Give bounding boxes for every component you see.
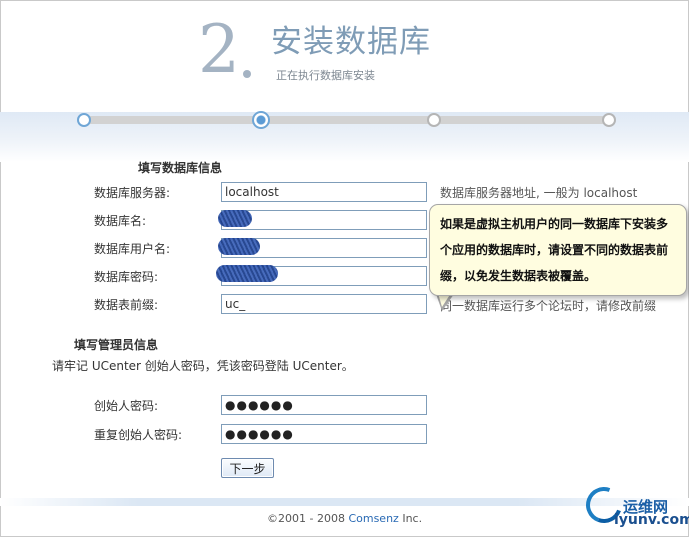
db-name-input[interactable] [221, 210, 427, 230]
admin-note: 请牢记 UCenter 创始人密码，凭该密码登陆 UCenter。 [52, 359, 354, 373]
step-4-node [602, 113, 616, 127]
step-number: 2 [198, 11, 240, 88]
copyright-brand-link[interactable]: Comsenz [348, 512, 398, 525]
page-title: 安装数据库 [271, 24, 431, 60]
prefix-tooltip-text: 如果是虚拟主机用户的同一数据库下安装多个应用的数据库时，请设置不同的数据表前缀，… [440, 217, 669, 283]
table-prefix-input[interactable]: uc_ [221, 294, 427, 314]
db-name-label: 数据库名: [94, 214, 147, 228]
db-server-label: 数据库服务器: [94, 186, 171, 200]
step-number-dot [243, 70, 251, 78]
copyright: ©2001 - 2008 Comsenz Inc. [267, 512, 422, 525]
copyright-prefix: ©2001 - 2008 [267, 512, 349, 525]
founder-password-label: 创始人密码: [94, 399, 159, 413]
step-2-node-current [252, 111, 270, 129]
founder-password-input[interactable]: ●●●●●● [221, 395, 427, 415]
step-1-node [77, 113, 91, 127]
prefix-tooltip: 如果是虚拟主机用户的同一数据库下安装多个应用的数据库时，请设置不同的数据表前缀，… [429, 204, 687, 296]
confirm-password-label: 重复创始人密码: [94, 428, 183, 442]
next-step-button[interactable]: 下一步 [221, 458, 274, 478]
table-prefix-hint: 同一数据库运行多个论坛时，请修改前缀 [440, 299, 657, 313]
page-header: 2 安装数据库 正在执行数据库安装 [0, 0, 689, 120]
copyright-suffix: Inc. [398, 512, 423, 525]
db-server-hint: 数据库服务器地址, 一般为 localhost [440, 186, 638, 200]
table-prefix-label: 数据表前缀: [94, 298, 159, 312]
db-section-title: 填写数据库信息 [138, 161, 223, 175]
redaction-scribble-db-name [218, 210, 252, 227]
watermark-en: iyunv.com [614, 512, 689, 528]
redaction-scribble-db-user [218, 238, 260, 255]
redaction-scribble-db-password [216, 265, 278, 282]
db-server-input[interactable]: localhost [221, 182, 427, 202]
admin-section-title: 填写管理员信息 [74, 338, 159, 352]
db-password-label: 数据库密码: [94, 270, 159, 284]
confirm-password-input[interactable]: ●●●●●● [221, 424, 427, 444]
page-subtitle: 正在执行数据库安装 [276, 69, 375, 82]
progress-track [84, 116, 610, 124]
db-user-label: 数据库用户名: [94, 242, 171, 256]
step-3-node [427, 113, 441, 127]
